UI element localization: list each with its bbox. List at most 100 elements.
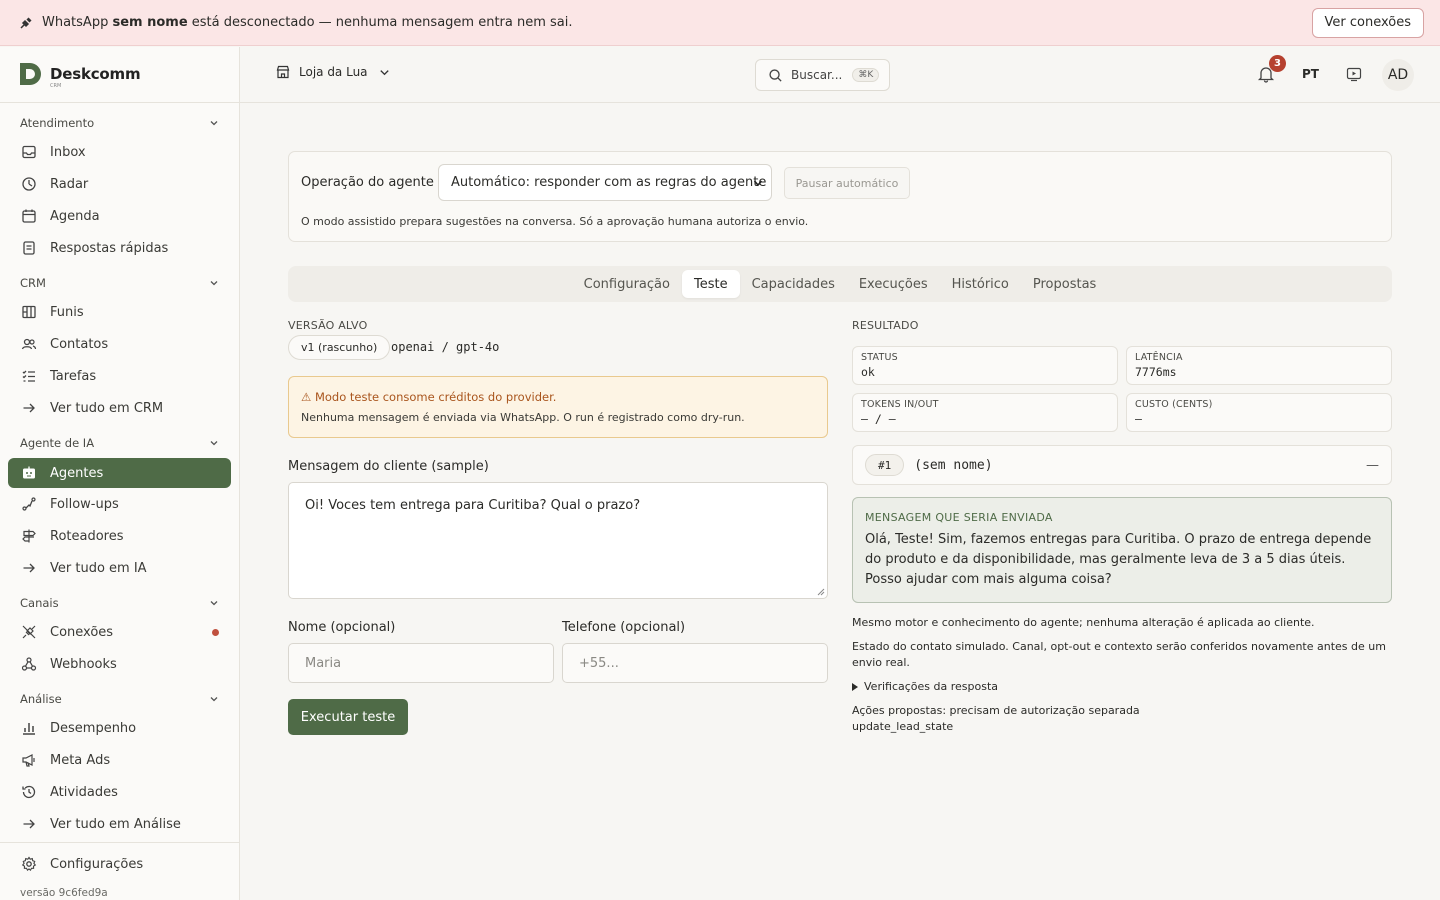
deskcomm-logo-icon: [20, 63, 41, 85]
sidebar: Deskcomm CRM Atendimento Inbox Radar Age…: [0, 47, 240, 900]
sidebar-item-routers[interactable]: Roteadores: [8, 521, 231, 551]
connection-alert-dot: [212, 628, 219, 636]
model-name: openai / gpt-4o: [391, 340, 500, 354]
tab-capacidades[interactable]: Capacidades: [740, 270, 847, 298]
tokens-value: — / —: [861, 412, 896, 426]
latency-card: LATÊNCIA 7776ms: [1126, 346, 1392, 385]
test-mode-warning: ⚠ Modo teste consome créditos do provide…: [288, 376, 828, 438]
sidebar-item-webhooks[interactable]: Webhooks: [8, 649, 231, 679]
response-checks-toggle[interactable]: Verificações da resposta: [852, 680, 998, 693]
brand-name: Deskcomm: [50, 65, 141, 83]
brand-logo[interactable]: Deskcomm CRM: [18, 61, 141, 89]
language-switcher[interactable]: PT: [1302, 67, 1319, 81]
top-bar: Loja da Lua Buscar... ⌘K 3 PT AD: [240, 47, 1440, 103]
version-chip[interactable]: v1 (rascunho): [288, 335, 391, 360]
run-contact-name: (sem nome): [914, 457, 993, 473]
section-analysis[interactable]: Análise: [20, 689, 220, 709]
arrow-right-icon: [23, 403, 35, 413]
brand-subtitle: CRM: [50, 83, 62, 89]
operation-help-text: O modo assistido prepara sugestões na co…: [301, 215, 809, 228]
message-preview-label: MENSAGEM QUE SERIA ENVIADA: [865, 511, 1053, 524]
sidebar-item-meta-ads[interactable]: Meta Ads: [8, 745, 231, 775]
sidebar-item-quick-replies[interactable]: Respostas rápidas: [8, 233, 231, 263]
sidebar-item-tasks[interactable]: Tarefas: [8, 361, 231, 391]
sidebar-divider: [0, 842, 239, 843]
arrow-right-icon: [23, 819, 35, 829]
search-placeholder: Buscar...: [791, 68, 843, 82]
search-icon: [769, 68, 782, 82]
name-input[interactable]: Maria: [288, 643, 554, 683]
sidebar-item-inbox[interactable]: Inbox: [8, 137, 231, 167]
megaphone-icon: [22, 754, 35, 767]
section-channels[interactable]: Canais: [20, 593, 220, 613]
warning-title: ⚠ Modo teste consome créditos do provide…: [301, 390, 557, 404]
status-card: STATUS ok: [852, 346, 1118, 385]
search-input[interactable]: Buscar... ⌘K: [755, 59, 890, 91]
run-summary-row[interactable]: #1 (sem nome) —: [852, 445, 1392, 485]
chevron-down-icon: [379, 69, 389, 75]
engine-note: Mesmo motor e conhecimento do agente; ne…: [852, 616, 1315, 629]
chevron-down-icon: [210, 441, 218, 446]
phone-label: Telefone (opcional): [562, 620, 686, 635]
sidebar-item-crm-all[interactable]: Ver tudo em CRM: [8, 393, 231, 423]
pause-automatic-button[interactable]: Pausar automático: [784, 167, 910, 199]
agent-operation-panel: Operação do agente Automático: responder…: [288, 151, 1392, 242]
latency-value: 7776ms: [1135, 365, 1177, 379]
phone-input[interactable]: +55...: [562, 643, 828, 683]
target-version-label: VERSÃO ALVO: [288, 319, 368, 332]
result-label: RESULTADO: [852, 319, 919, 332]
sample-message-textarea[interactable]: Oi! Voces tem entrega para Curitiba? Qua…: [288, 482, 828, 599]
history-icon: [22, 785, 36, 799]
message-preview: MENSAGEM QUE SERIA ENVIADA Olá, Teste! S…: [852, 497, 1392, 603]
sidebar-item-ai-all[interactable]: Ver tudo em IA: [8, 553, 231, 583]
section-crm[interactable]: CRM: [20, 273, 220, 293]
run-test-button[interactable]: Executar teste: [288, 699, 408, 735]
unplug-icon: [22, 625, 36, 639]
section-ai-agent[interactable]: Agente de IA: [20, 433, 220, 453]
chevron-down-icon: [210, 281, 218, 286]
store-icon: [276, 65, 290, 79]
sidebar-item-funnels[interactable]: Funis: [8, 297, 231, 327]
tab-execucoes[interactable]: Execuções: [847, 270, 940, 298]
run-row-dash: —: [1366, 457, 1379, 473]
sidebar-item-activities[interactable]: Atividades: [8, 777, 231, 807]
tab-historico[interactable]: Histórico: [940, 270, 1021, 298]
tab-teste[interactable]: Teste: [681, 270, 740, 298]
banner-message: WhatsApp sem nome está desconectado — ne…: [42, 15, 573, 30]
sidebar-item-contacts[interactable]: Contatos: [8, 329, 231, 359]
app-version: versão 9c6fed9a: [20, 887, 108, 899]
sidebar-item-radar[interactable]: Radar: [8, 169, 231, 199]
sidebar-item-analysis-all[interactable]: Ver tudo em Análise: [8, 809, 231, 839]
webhook-icon: [21, 657, 37, 671]
tab-configuracao[interactable]: Configuração: [572, 270, 682, 298]
sidebar-item-connections[interactable]: Conexões: [8, 617, 231, 647]
store-selector[interactable]: Loja da Lua: [276, 65, 391, 79]
user-avatar[interactable]: AD: [1382, 59, 1414, 91]
tutorial-video-icon[interactable]: [1346, 66, 1362, 82]
sidebar-item-agents[interactable]: Agentes: [8, 458, 231, 488]
agent-tabs: Configuração Teste Capacidades Execuções…: [288, 266, 1392, 302]
inbox-icon: [22, 145, 36, 159]
view-connections-button[interactable]: Ver conexões: [1311, 7, 1424, 38]
sidebar-item-followups[interactable]: Follow-ups: [8, 489, 231, 519]
warning-body: Nenhuma mensagem é enviada via WhatsApp.…: [301, 411, 745, 424]
sidebar-item-agenda[interactable]: Agenda: [8, 201, 231, 231]
notification-count-badge: 3: [1269, 55, 1286, 72]
disconnection-banner: WhatsApp sem nome está desconectado — ne…: [0, 0, 1440, 46]
kanban-icon: [22, 305, 36, 319]
sidebar-item-performance[interactable]: Desempenho: [8, 713, 231, 743]
sample-message-label: Mensagem do cliente (sample): [288, 459, 489, 474]
bar-chart-icon: [23, 723, 35, 735]
name-label: Nome (opcional): [288, 620, 396, 635]
operation-mode-select[interactable]: Automático: responder com as regras do a…: [438, 164, 772, 201]
resize-grip-icon[interactable]: [817, 588, 825, 596]
bot-icon: [23, 466, 35, 479]
checklist-icon: [22, 370, 35, 382]
signpost-icon: [22, 529, 36, 543]
tab-propostas[interactable]: Propostas: [1021, 270, 1108, 298]
sidebar-item-settings[interactable]: Configurações: [8, 849, 231, 879]
run-id-chip: #1: [865, 454, 905, 476]
document-icon: [23, 241, 35, 255]
section-atendimento[interactable]: Atendimento: [20, 113, 220, 133]
chevron-down-icon: [753, 179, 763, 186]
